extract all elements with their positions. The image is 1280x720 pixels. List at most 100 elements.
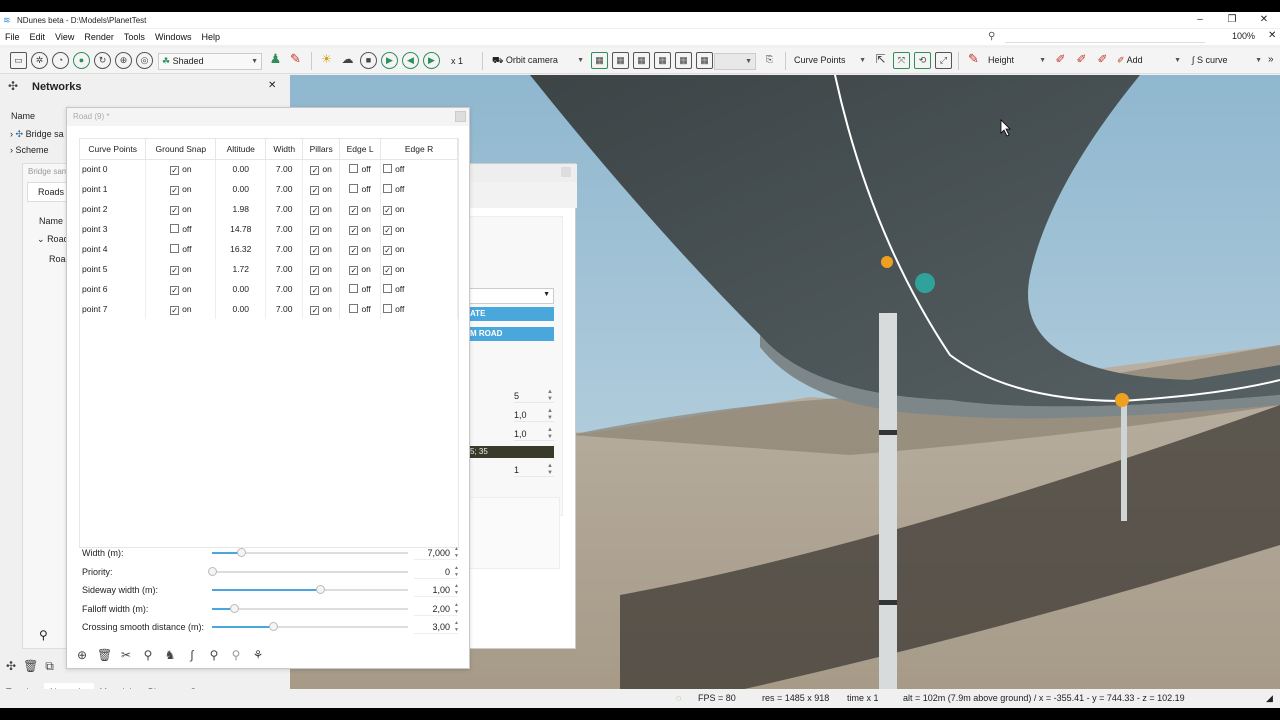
sideway-width-slider[interactable]	[212, 585, 408, 594]
panel-close-icon[interactable]: ✕	[268, 80, 276, 91]
view-top-icon[interactable]: ▦	[633, 52, 650, 69]
pencil-icon[interactable]: ✎	[965, 52, 982, 69]
brush-op-select[interactable]: ✐ Add ▼	[1114, 53, 1184, 70]
eye-icon[interactable]: ◎	[136, 52, 153, 69]
edit-mode-select[interactable]: Curve Points ▼	[791, 53, 869, 70]
altitude-cell[interactable]: 0.00	[215, 279, 267, 299]
point-name-cell[interactable]: point 2	[80, 199, 147, 219]
close-document-icon[interactable]: ✕	[1268, 30, 1276, 41]
edge-l-cell[interactable]: ✓ on	[339, 199, 382, 219]
pillars-checkbox[interactable]: ✓	[310, 285, 320, 295]
ground-snap-cell[interactable]: off	[145, 239, 217, 259]
edge-r-cell[interactable]: ✓ on	[380, 219, 458, 239]
edge-r-checkbox[interactable]	[383, 304, 393, 313]
pillar-icon[interactable]: ⚲	[207, 648, 221, 662]
spin-arrows-icon[interactable]: ▲ ▼	[547, 389, 553, 403]
generate-button[interactable]: ATE	[468, 307, 554, 321]
altitude-cell[interactable]: 1.72	[215, 259, 267, 279]
more-tools-icon[interactable]: »	[1268, 54, 1274, 65]
spin-arrows-icon[interactable]: ▲ ▼	[454, 620, 459, 634]
globe-icon[interactable]: ⊕	[115, 52, 132, 69]
menu-tools[interactable]: Tools	[119, 32, 150, 42]
edge-r-cell[interactable]: off	[380, 299, 458, 319]
ground-snap-checkbox[interactable]	[170, 244, 180, 253]
scale-icon[interactable]: ⤢	[935, 52, 952, 69]
minimize-button[interactable]: –	[1184, 12, 1216, 28]
view-front-icon[interactable]: ▦	[591, 52, 608, 69]
point-name-cell[interactable]: point 4	[80, 239, 147, 259]
edge-l-checkbox[interactable]: ✓	[349, 225, 359, 235]
view-back-icon[interactable]: ▦	[654, 52, 671, 69]
column-ground-snap[interactable]: Ground Snap	[145, 139, 217, 160]
setting-value-4[interactable]: 1 ▲ ▼	[514, 463, 554, 477]
table-row[interactable]: point 1 ✓ on 0.00 7.00 ✓ on off off	[80, 179, 458, 199]
pillars-cell[interactable]: ✓ on	[302, 199, 341, 219]
rewind-icon[interactable]: ◀	[402, 52, 419, 69]
control-point[interactable]	[881, 256, 893, 268]
edge-r-cell[interactable]: off	[380, 179, 458, 199]
spin-arrows-icon[interactable]: ▲ ▼	[547, 408, 553, 422]
pillars-cell[interactable]: ✓ on	[302, 259, 341, 279]
capture-icon[interactable]: ⎘	[761, 52, 778, 69]
edge-r-checkbox[interactable]: ✓	[383, 205, 393, 215]
new-road-button[interactable]: M ROAD	[468, 327, 554, 341]
road-dialog-titlebar[interactable]: Road (9) *	[67, 108, 469, 126]
setting-value-1[interactable]: 5 ▲ ▼	[514, 389, 554, 403]
setting-value-3[interactable]: 1,0 ▲ ▼	[514, 427, 554, 441]
ground-snap-checkbox[interactable]: ✓	[170, 305, 180, 315]
menu-windows[interactable]: Windows	[150, 32, 197, 42]
column-altitude[interactable]: Altitude	[215, 139, 267, 160]
edge-l-cell[interactable]: off	[339, 279, 382, 299]
edge-r-checkbox[interactable]: ✓	[383, 245, 393, 255]
view-ortho-icon[interactable]: ▦	[696, 52, 713, 69]
picker-icon[interactable]: ✎	[287, 52, 304, 69]
road-type-select[interactable]: ▼	[468, 288, 554, 304]
edge-l-checkbox[interactable]: ✓	[349, 245, 359, 255]
zoom-level[interactable]: 100%	[1232, 31, 1255, 41]
tree-item-bridge[interactable]: › ✣ Bridge sa	[10, 129, 64, 140]
altitude-cell[interactable]: 0.00	[215, 299, 267, 319]
slider-knob[interactable]	[315, 585, 325, 594]
column-edge-l[interactable]: Edge L	[339, 139, 382, 160]
duplicate-icon[interactable]: ⧉	[45, 659, 54, 674]
falloff-width-slider[interactable]	[212, 603, 408, 613]
tree-icon[interactable]: ⚘	[251, 648, 265, 662]
edge-r-cell[interactable]: ✓ on	[380, 199, 458, 219]
close-button[interactable]: ✕	[1248, 12, 1280, 28]
pillars-cell[interactable]: ✓ on	[302, 239, 341, 259]
ground-snap-cell[interactable]: ✓ on	[145, 299, 217, 319]
table-row[interactable]: point 0 ✓ on 0.00 7.00 ✓ on off off	[80, 159, 458, 179]
pillars-checkbox[interactable]: ✓	[310, 245, 320, 255]
pillars-cell[interactable]: ✓ on	[302, 159, 341, 179]
edge-l-checkbox[interactable]	[349, 284, 359, 293]
search-input[interactable]	[1005, 30, 1205, 43]
weather-icon[interactable]: ☁	[339, 52, 356, 69]
spin-arrows-icon[interactable]: ▲ ▼	[454, 565, 459, 579]
menu-render[interactable]: Render	[79, 32, 119, 42]
width-slider[interactable]	[212, 548, 408, 557]
point-name-cell[interactable]: point 3	[80, 219, 147, 239]
person-icon[interactable]: ♟	[267, 52, 284, 69]
altitude-cell[interactable]: 1.98	[215, 199, 267, 219]
pillars-checkbox[interactable]: ✓	[310, 185, 320, 195]
ground-snap-checkbox[interactable]: ✓	[170, 285, 180, 295]
column-pillars[interactable]: Pillars	[302, 139, 341, 160]
table-row[interactable]: point 2 ✓ on 1.98 7.00 ✓ on ✓ on ✓ on	[80, 199, 458, 219]
edge-r-checkbox[interactable]: ✓	[383, 265, 393, 275]
pillars-cell[interactable]: ✓ on	[302, 219, 341, 239]
width-cell[interactable]: 7.00	[265, 299, 304, 319]
delete-point-icon[interactable]: 🗑	[97, 648, 112, 662]
resize-grip-icon[interactable]: ◢	[1266, 693, 1273, 704]
expand-arrow-icon[interactable]: ›	[10, 145, 13, 155]
width-cell[interactable]: 7.00	[265, 219, 304, 239]
tree-item-scheme[interactable]: › Scheme	[10, 145, 49, 155]
roads-tree-item[interactable]: ⌄ Road	[37, 234, 69, 245]
spin-arrows-icon[interactable]: ▲ ▼	[454, 602, 459, 616]
ground-snap-checkbox[interactable]	[170, 224, 180, 233]
point-name-cell[interactable]: point 1	[80, 179, 147, 199]
height-mode-select[interactable]: Height ▼	[985, 53, 1049, 70]
brush-smooth-icon[interactable]: ✐	[1094, 52, 1111, 69]
curve-smooth-icon[interactable]: ∫	[185, 648, 199, 662]
width-cell[interactable]: 7.00	[265, 259, 304, 279]
ground-snap-checkbox[interactable]: ✓	[170, 185, 180, 195]
